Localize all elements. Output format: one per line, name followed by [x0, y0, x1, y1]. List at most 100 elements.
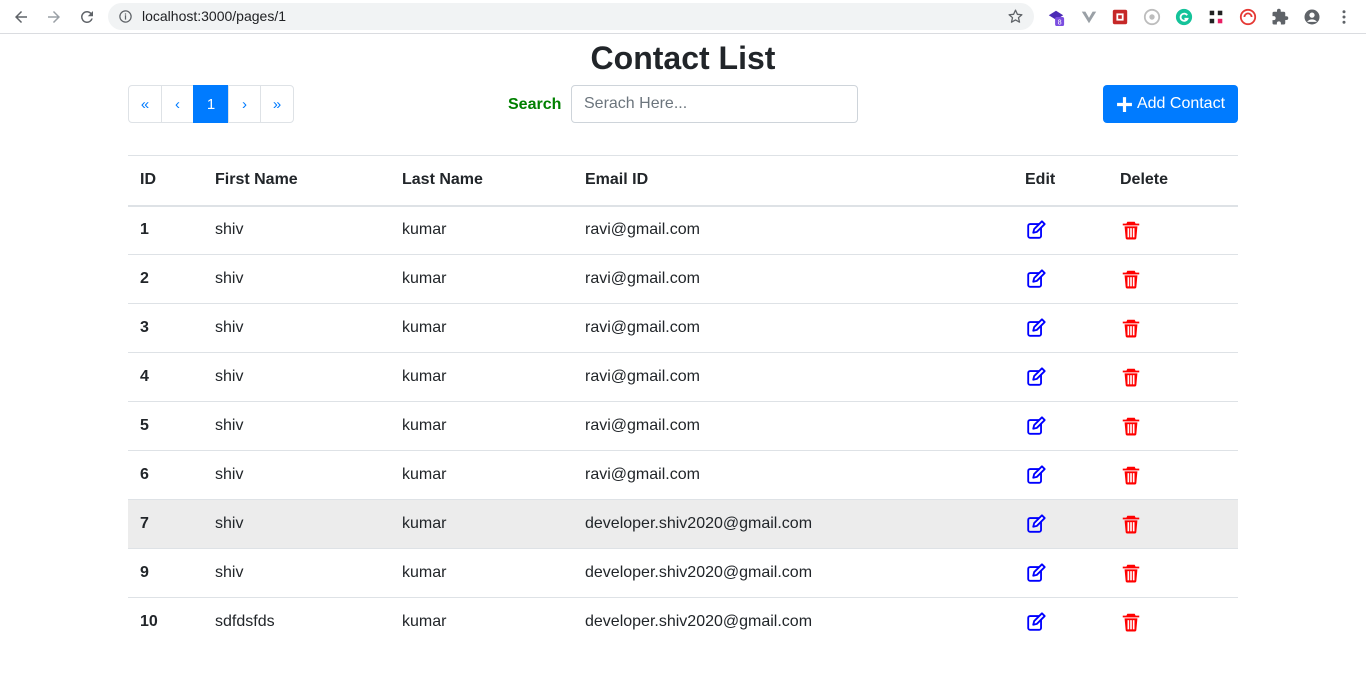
header-first-name: First Name	[203, 155, 390, 207]
pagination: « ‹ 1 › »	[128, 85, 294, 123]
extension-red-spiral-icon[interactable]	[1238, 7, 1258, 27]
trash-icon[interactable]	[1120, 513, 1142, 535]
pagination-prev[interactable]: ‹	[161, 85, 194, 123]
table-row: 3 shiv kumar ravi@gmail.com	[128, 303, 1238, 353]
bookmark-star-icon[interactable]	[1007, 8, 1024, 25]
table-row: 9 shiv kumar developer.shiv2020@gmail.com	[128, 548, 1238, 598]
cell-edit	[1013, 352, 1108, 402]
extension-badge: 8	[1058, 18, 1062, 26]
cell-delete	[1108, 597, 1238, 647]
cell-email: ravi@gmail.com	[585, 221, 700, 239]
table-row: 5 shiv kumar ravi@gmail.com	[128, 401, 1238, 451]
add-contact-button[interactable]: Add Contact	[1103, 85, 1238, 123]
cell-id: 9	[128, 548, 203, 598]
cell-delete	[1108, 548, 1238, 598]
cell-last-name: kumar	[390, 450, 573, 500]
cell-edit	[1013, 548, 1108, 598]
reload-button[interactable]	[75, 5, 99, 29]
profile-avatar-icon[interactable]	[1302, 7, 1322, 27]
cell-delete	[1108, 303, 1238, 353]
trash-icon[interactable]	[1120, 268, 1142, 290]
cell-email: ravi@gmail.com	[573, 254, 1013, 304]
back-arrow-icon	[15, 11, 27, 23]
cell-last-name: kumar	[390, 303, 573, 353]
trash-icon[interactable]	[1120, 415, 1142, 437]
extension-grammarly-icon[interactable]	[1174, 7, 1194, 27]
cell-first-name: shiv	[203, 352, 390, 402]
extension-vue-icon[interactable]	[1079, 7, 1099, 27]
cell-id: 7	[128, 499, 203, 549]
trash-icon[interactable]	[1120, 611, 1142, 633]
extension-purple-icon[interactable]: 8	[1046, 7, 1066, 27]
trash-icon[interactable]	[1120, 317, 1142, 339]
trash-icon[interactable]	[1120, 562, 1142, 584]
address-bar[interactable]: localhost:3000/pages/1	[108, 3, 1034, 30]
header-edit: Edit	[1013, 155, 1108, 207]
cell-last-name: kumar	[390, 352, 573, 402]
cell-delete	[1108, 254, 1238, 304]
reload-icon	[81, 10, 93, 23]
edit-icon[interactable]	[1025, 562, 1047, 584]
edit-icon[interactable]	[1025, 317, 1047, 339]
cell-id: 1	[140, 221, 149, 239]
browser-menu-icon[interactable]	[1334, 7, 1354, 27]
header-id: ID	[128, 155, 203, 207]
cell-edit	[1013, 597, 1108, 647]
extension-grid-icon[interactable]	[1206, 7, 1226, 27]
add-contact-label: Add Contact	[1136, 95, 1226, 112]
trash-icon[interactable]	[1120, 464, 1142, 486]
browser-toolbar: localhost:3000/pages/1 8	[0, 0, 1366, 34]
edit-icon[interactable]	[1025, 611, 1047, 633]
cell-first-name: shiv	[215, 221, 244, 239]
search-input[interactable]	[571, 85, 858, 123]
extensions-puzzle-icon[interactable]	[1270, 7, 1290, 27]
edit-icon[interactable]	[1025, 464, 1047, 486]
url-text: localhost:3000/pages/1	[142, 8, 286, 24]
cell-delete	[1108, 206, 1238, 255]
pagination-first[interactable]: «	[128, 85, 162, 123]
cell-email: developer.shiv2020@gmail.com	[573, 597, 1013, 647]
table-row: 7 shiv kumar developer.shiv2020@gmail.com	[128, 499, 1238, 549]
cell-email: ravi@gmail.com	[573, 401, 1013, 451]
cell-email: ravi@gmail.com	[573, 450, 1013, 500]
table-row: 1 shiv kumar ravi@gmail.com	[128, 206, 1238, 255]
cell-id: 2	[128, 254, 203, 304]
pagination-current-page[interactable]: 1	[193, 85, 229, 123]
search-label: Search	[508, 96, 562, 113]
cell-first-name: sdfdsfds	[203, 597, 390, 647]
table-header-row: ID First Name Last Name Email ID Edit De…	[128, 155, 1238, 207]
cell-id: 6	[128, 450, 203, 500]
table-row: 2 shiv kumar ravi@gmail.com	[128, 254, 1238, 304]
forward-arrow-icon	[48, 11, 60, 23]
header-delete: Delete	[1108, 155, 1238, 207]
cell-id: 3	[128, 303, 203, 353]
cell-delete	[1108, 401, 1238, 451]
extension-gray-circle-icon[interactable]	[1142, 7, 1162, 27]
edit-icon[interactable]	[1025, 366, 1047, 388]
edit-icon[interactable]	[1025, 219, 1047, 241]
trash-icon[interactable]	[1120, 366, 1142, 388]
pagination-next[interactable]: ›	[228, 85, 261, 123]
edit-icon[interactable]	[1025, 513, 1047, 535]
table-row: 4 shiv kumar ravi@gmail.com	[128, 352, 1238, 402]
cell-first-name: shiv	[203, 254, 390, 304]
forward-button[interactable]	[42, 5, 66, 29]
cell-edit	[1013, 206, 1108, 255]
table-body: 1 shiv kumar ravi@gmail.com 2 shiv kumar ravi@g…	[128, 206, 1238, 647]
cell-first-name: shiv	[203, 450, 390, 500]
extension-red-icon[interactable]	[1110, 7, 1130, 27]
cell-edit	[1013, 303, 1108, 353]
cell-delete	[1108, 352, 1238, 402]
trash-icon[interactable]	[1120, 219, 1142, 241]
cell-last-name: kumar	[390, 499, 573, 549]
cell-edit	[1013, 499, 1108, 549]
header-email: Email ID	[573, 155, 1013, 207]
edit-icon[interactable]	[1025, 415, 1047, 437]
pagination-last[interactable]: »	[260, 85, 294, 123]
cell-first-name: shiv	[203, 499, 390, 549]
plus-icon	[1117, 96, 1132, 112]
back-button[interactable]	[9, 5, 33, 29]
edit-icon[interactable]	[1025, 268, 1047, 290]
cell-email: ravi@gmail.com	[573, 303, 1013, 353]
info-icon[interactable]	[118, 9, 133, 24]
